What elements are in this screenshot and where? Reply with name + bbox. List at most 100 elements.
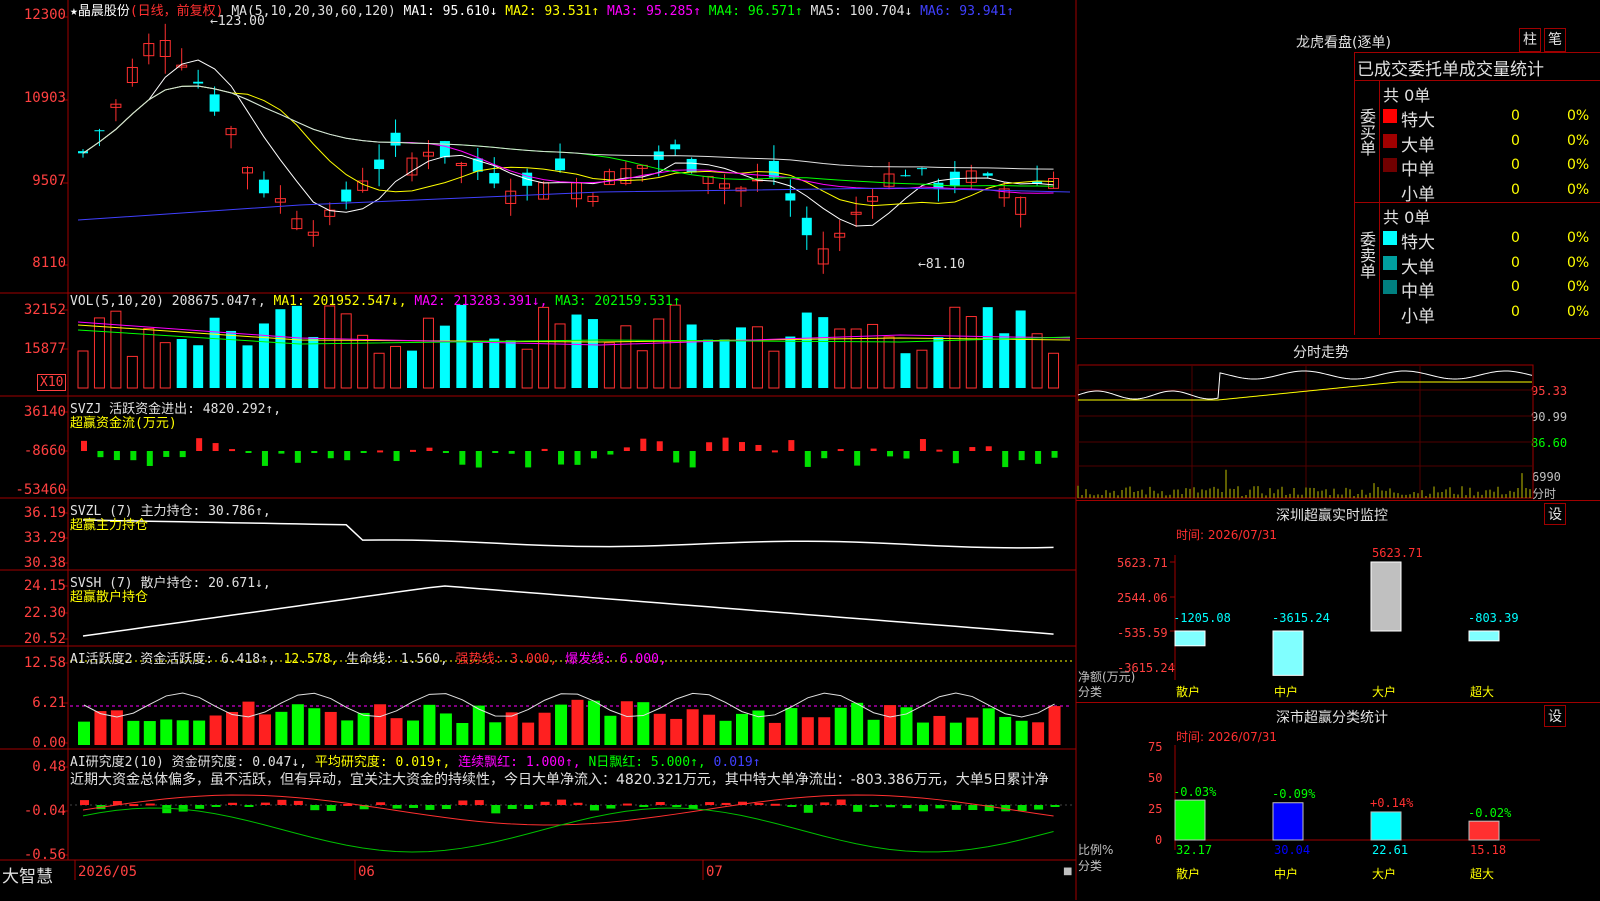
- volume-bar-up: [126, 355, 138, 389]
- svzj-bar: [969, 447, 976, 451]
- color-swatch: [1383, 304, 1397, 319]
- svzj-bar: [821, 451, 828, 459]
- ai-active-bar: [308, 708, 321, 745]
- volume-bar-up: [916, 349, 928, 389]
- cls-cat-2: 大户: [1372, 867, 1397, 881]
- ai-active-bar: [851, 702, 864, 745]
- ma20-line: [82, 85, 1054, 194]
- svzj-bar: [1018, 451, 1025, 461]
- ai-active-bar: [785, 708, 798, 745]
- volume-bar-up: [324, 305, 336, 389]
- order-size-label: 小单: [1401, 184, 1435, 205]
- vol-tick-1: 15877: [23, 341, 66, 357]
- research-bar: [1050, 805, 1060, 807]
- candle-down: [768, 160, 779, 178]
- volume-bar-up: [340, 313, 352, 389]
- research-bar: [277, 799, 287, 805]
- cls-bottom-0: 32.17: [1176, 843, 1213, 857]
- svzl-tick-0: 36.19: [23, 505, 66, 521]
- svzj-bar: [344, 451, 351, 461]
- sz-cat-2: 大户: [1372, 685, 1397, 699]
- volume-unit-label: X10: [37, 374, 67, 391]
- svzj-tick-1: -8660: [23, 443, 66, 459]
- order-count: 0: [1511, 254, 1520, 271]
- ma-legend-4: MA4: 96.571↑: [700, 4, 803, 19]
- sz-classify-xlabel: 分类: [1078, 859, 1103, 873]
- intraday-panel[interactable]: 分时走势 95.33 90.99 86.60 6990 分时: [1076, 338, 1600, 501]
- svzj-bar: [229, 449, 236, 452]
- sz-monitor-settings-button[interactable]: 设: [1544, 503, 1566, 525]
- cls-bottom-1: 30.04: [1274, 843, 1311, 857]
- research-bar: [606, 805, 616, 809]
- lock-icon[interactable]: ■: [1063, 866, 1072, 877]
- order-size-label: 小单: [1401, 306, 1435, 327]
- ai-active-bar: [1032, 722, 1045, 745]
- cls-cat-0: 散户: [1176, 867, 1201, 881]
- volume-bar-down: [587, 319, 598, 388]
- sz-classify-tick-1: 50: [1148, 771, 1163, 785]
- svzj-bar: [113, 451, 120, 461]
- sz-classify-title: 深市超赢分类统计: [1276, 710, 1388, 726]
- svzj-bar: [541, 448, 548, 451]
- svzj-bar: [393, 451, 400, 462]
- research-line-green: [82, 807, 1054, 853]
- order-count: 0: [1511, 230, 1520, 246]
- svsh-tick-1: 22.30: [23, 605, 66, 621]
- sz-classify-settings-button[interactable]: 设: [1544, 705, 1566, 727]
- intraday-tick-2: 86.60: [1531, 436, 1568, 450]
- ai-research-part-2: 连续飘红: 1.000↑,: [450, 755, 581, 770]
- order-percent: 0%: [1567, 157, 1590, 173]
- ai-active-bar: [768, 722, 781, 745]
- research-bar: [524, 805, 534, 809]
- date-axis-0: 2026/05: [78, 864, 138, 880]
- research-bar: [721, 802, 731, 805]
- ai-active-bar: [226, 711, 239, 745]
- sz-monitor-panel: 深圳超赢实时监控 设 时间: 2026/07/31 5623.71 2544.0…: [1076, 500, 1600, 703]
- ai-active-bar: [291, 704, 304, 745]
- candle-down: [555, 158, 566, 171]
- ai-active-bar: [653, 713, 666, 745]
- volume-bar-down: [818, 317, 829, 388]
- research-bar: [589, 805, 599, 811]
- volume-bar-down: [439, 325, 450, 388]
- volume-bar-down: [1015, 310, 1026, 388]
- ai-active-part-4: 爆发线: 6.000,: [557, 652, 667, 667]
- svzj-bar: [442, 451, 449, 453]
- ai-active-bar: [834, 707, 847, 745]
- svzj-bar: [640, 438, 647, 451]
- volume-bar-down: [242, 345, 253, 388]
- ai-active-bar: [719, 720, 732, 745]
- ai-research-part-0: AI研究度2(10) 资金研究度: 0.047↓,: [70, 755, 308, 770]
- volume-bar-down: [489, 338, 500, 388]
- ai-active-bar: [78, 721, 90, 745]
- research-bar: [474, 800, 484, 805]
- ai-active-bar: [275, 711, 288, 745]
- ai-active-title: AI活跃度2 资金活跃度: 6.418↑, 12.578, 生命线: 1.560…: [70, 648, 667, 667]
- sz-classify-tick-2: 25: [1148, 802, 1163, 816]
- stock-name: 晶晨股份: [77, 4, 130, 19]
- price-tick-3: 8110: [32, 255, 66, 271]
- favorite-star-icon[interactable]: ★: [70, 4, 78, 19]
- ai-active-bar: [620, 701, 633, 745]
- svzj-bar: [558, 451, 565, 465]
- bar-view-button[interactable]: 柱: [1519, 28, 1541, 52]
- svzj-bar: [574, 451, 581, 465]
- longhu-panel: 龙虎看盘(逐单) 柱 笔 已成交委托单成交量统计 委买单 委卖单 共 0单 共 …: [1078, 0, 1600, 337]
- research-bar: [754, 802, 764, 805]
- ai-active-bar: [736, 713, 748, 745]
- research-bar: [409, 805, 418, 808]
- ai-active-bar: [670, 718, 683, 745]
- research-bar: [491, 805, 501, 814]
- volume-bar-up: [554, 323, 566, 389]
- research-bar: [902, 805, 912, 809]
- ai-research-part-1: 平均研究度: 0.019↑,: [307, 755, 451, 770]
- research-bar: [622, 803, 632, 806]
- ai-active-bar: [801, 717, 814, 745]
- ai2-tick-2: -0.56: [23, 847, 66, 863]
- volume-bar-down: [933, 337, 944, 388]
- ma-legend-6: MA6: 93.941↑: [912, 4, 1015, 19]
- sz-classify-ylabel: 比例%: [1078, 843, 1114, 857]
- tick-view-button[interactable]: 笔: [1544, 28, 1566, 52]
- ma30-line: [82, 85, 1054, 187]
- research-bar: [376, 802, 386, 805]
